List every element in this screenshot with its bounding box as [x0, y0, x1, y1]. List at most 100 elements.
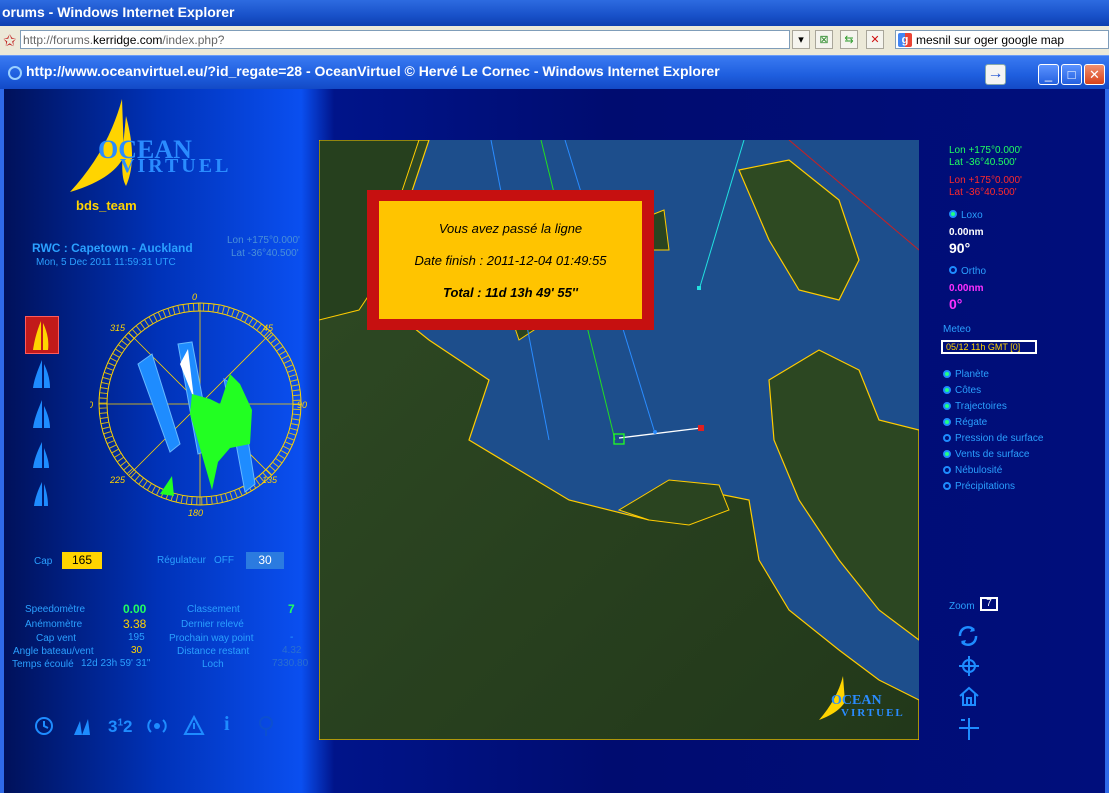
refresh-map-icon[interactable] [956, 624, 980, 648]
address-input[interactable]: http://forums.kerridge.com/index.php? [20, 30, 790, 49]
ortho-label: Ortho [961, 266, 987, 277]
map-logo-line1: OCEAN [831, 693, 882, 708]
loxo-radio[interactable] [949, 210, 957, 218]
minimize-button[interactable]: _ [1038, 64, 1059, 85]
maximize-button[interactable]: □ [1061, 64, 1082, 85]
popup-window-title: http://www.oceanvirtuel.eu/?id_regate=28… [26, 63, 720, 79]
player-lon: Lon +175°0.000' [227, 235, 300, 246]
compass-label-0: 0 [192, 292, 197, 302]
ortho-distance: 0.00nm [949, 283, 984, 294]
layer-nebulosite-label[interactable]: Nébulosité [955, 465, 1002, 476]
crosshair-icon[interactable] [957, 716, 981, 742]
sail-button-3[interactable] [28, 398, 56, 430]
search-text: mesnil sur oger google map [916, 33, 1065, 47]
compass-label-135: 135 [262, 475, 278, 485]
cap-input[interactable]: 165 [62, 552, 102, 569]
radio-signal-icon[interactable] [145, 714, 169, 738]
stop-icon[interactable]: ✕ [866, 30, 884, 49]
url-suffix: /index.php? [162, 33, 225, 47]
outer-address-bar: ✩ http://forums.kerridge.com/index.php? … [0, 26, 1109, 56]
outer-window-title: orums - Windows Internet Explorer [2, 4, 235, 20]
green-lat: Lat -36°40.500' [949, 157, 1017, 168]
loch-label: Loch [202, 659, 224, 670]
prochain-value: - [290, 632, 294, 643]
layer-vents-label[interactable]: Vents de surface [955, 449, 1030, 460]
compass-label-180: 180 [188, 508, 203, 518]
cap-vent-value: 195 [128, 632, 145, 643]
map-ocean-virtuel-logo: OCEAN VIRTUEL [819, 676, 905, 720]
compass-label-315: 315 [110, 323, 126, 333]
sails-icon[interactable] [70, 715, 94, 739]
angle-label: Angle bateau/vent [13, 646, 94, 657]
speedometre-label: Speedomètre [25, 604, 86, 615]
layer-regate-radio[interactable] [943, 418, 951, 426]
loch-value: 7330.80 [272, 658, 309, 669]
layer-planete-label[interactable]: Planète [955, 369, 989, 380]
cap-label: Cap [34, 556, 53, 567]
finish-message: Vous avez passé la ligne [438, 221, 583, 236]
layer-precipitations-radio[interactable] [943, 482, 951, 490]
layer-pression-label[interactable]: Pression de surface [955, 433, 1043, 444]
address-dropdown-button[interactable]: ▾ [792, 30, 810, 49]
anemometre-value: 3.38 [123, 617, 147, 631]
outer-title-bar: orums - Windows Internet Explorer [0, 0, 1109, 26]
sail-button-4[interactable] [28, 438, 56, 470]
go-arrow-button[interactable]: → [985, 64, 1006, 85]
finish-total: Total : 11d 13h 49' 55'' [443, 285, 578, 300]
layer-trajectoires-label[interactable]: Trajectoires [955, 401, 1007, 412]
layer-cotes-label[interactable]: Côtes [955, 385, 981, 396]
layer-trajectoires-radio[interactable] [943, 402, 951, 410]
home-icon[interactable] [957, 684, 981, 708]
layer-precipitations-label[interactable]: Précipitations [955, 481, 1015, 492]
layer-nebulosite-radio[interactable] [943, 466, 951, 474]
compass-label-45: 45 [263, 323, 274, 333]
sail-button-5[interactable] [28, 478, 56, 508]
red-lat: Lat -36°40.500' [949, 187, 1017, 198]
url-domain: kerridge.com [93, 33, 163, 47]
layer-pression-radio[interactable] [943, 434, 951, 442]
compass-label-225: 225 [109, 475, 126, 485]
compat-view-icon[interactable]: ⊠ [815, 30, 833, 49]
layer-regate-label[interactable]: Régate [955, 417, 987, 428]
team-name: bds_team [76, 198, 137, 213]
compass-label-90: 90 [297, 400, 307, 410]
help-icon[interactable] [256, 714, 278, 738]
ranking-icon[interactable]: 312 [108, 717, 133, 737]
classement-label: Classement [187, 604, 240, 615]
zoom-input[interactable]: 7 [980, 597, 998, 611]
layer-vents-radio[interactable] [943, 450, 951, 458]
favorite-star-icon[interactable]: ✩ [3, 31, 16, 51]
loxo-angle: 90° [949, 240, 971, 256]
race-date: Mon, 5 Dec 2011 11:59:31 UTC [36, 257, 176, 268]
meteo-label: Meteo [943, 324, 971, 335]
center-target-icon[interactable] [957, 654, 981, 678]
ortho-radio[interactable] [949, 266, 957, 274]
temps-label: Temps écoulé [12, 659, 74, 670]
regulateur-toggle[interactable]: OFF [214, 555, 234, 566]
player-lat: Lat -36°40.500' [231, 248, 299, 259]
green-lon: Lon +175°0.000' [949, 145, 1022, 156]
prochain-label: Prochain way point [169, 633, 254, 644]
close-button[interactable]: ✕ [1084, 64, 1105, 85]
loxo-distance: 0.00nm [949, 227, 984, 238]
layer-cotes-radio[interactable] [943, 386, 951, 394]
refresh-icon[interactable]: ⇆ [840, 30, 858, 49]
sail-button-1[interactable] [25, 316, 59, 354]
sail-button-2[interactable] [28, 358, 56, 390]
info-icon[interactable]: i [224, 713, 230, 736]
anemometre-label: Anémomètre [25, 619, 83, 630]
search-input[interactable]: mesnil sur oger google map [895, 30, 1109, 49]
compass-label-270: 270 [90, 400, 93, 410]
meteo-select[interactable]: 05/12 11h GMT [0] [941, 340, 1037, 354]
finish-date: Date finish : 2011-12-04 01:49:55 [414, 253, 607, 268]
warning-triangle-icon[interactable] [182, 714, 206, 738]
regulateur-input[interactable]: 30 [246, 552, 284, 569]
finish-dialog: Vous avez passé la ligne Date finish : 2… [367, 190, 654, 330]
dernier-label: Dernier relevé [181, 619, 244, 630]
layer-planete-radio[interactable] [943, 370, 951, 378]
map-logo-line2: VIRTUEL [841, 707, 905, 719]
temps-value: 12d 23h 59' 31" [81, 658, 151, 669]
clock-icon[interactable] [34, 716, 56, 738]
google-logo-icon: g [898, 33, 912, 47]
red-lon: Lon +175°0.000' [949, 175, 1022, 186]
